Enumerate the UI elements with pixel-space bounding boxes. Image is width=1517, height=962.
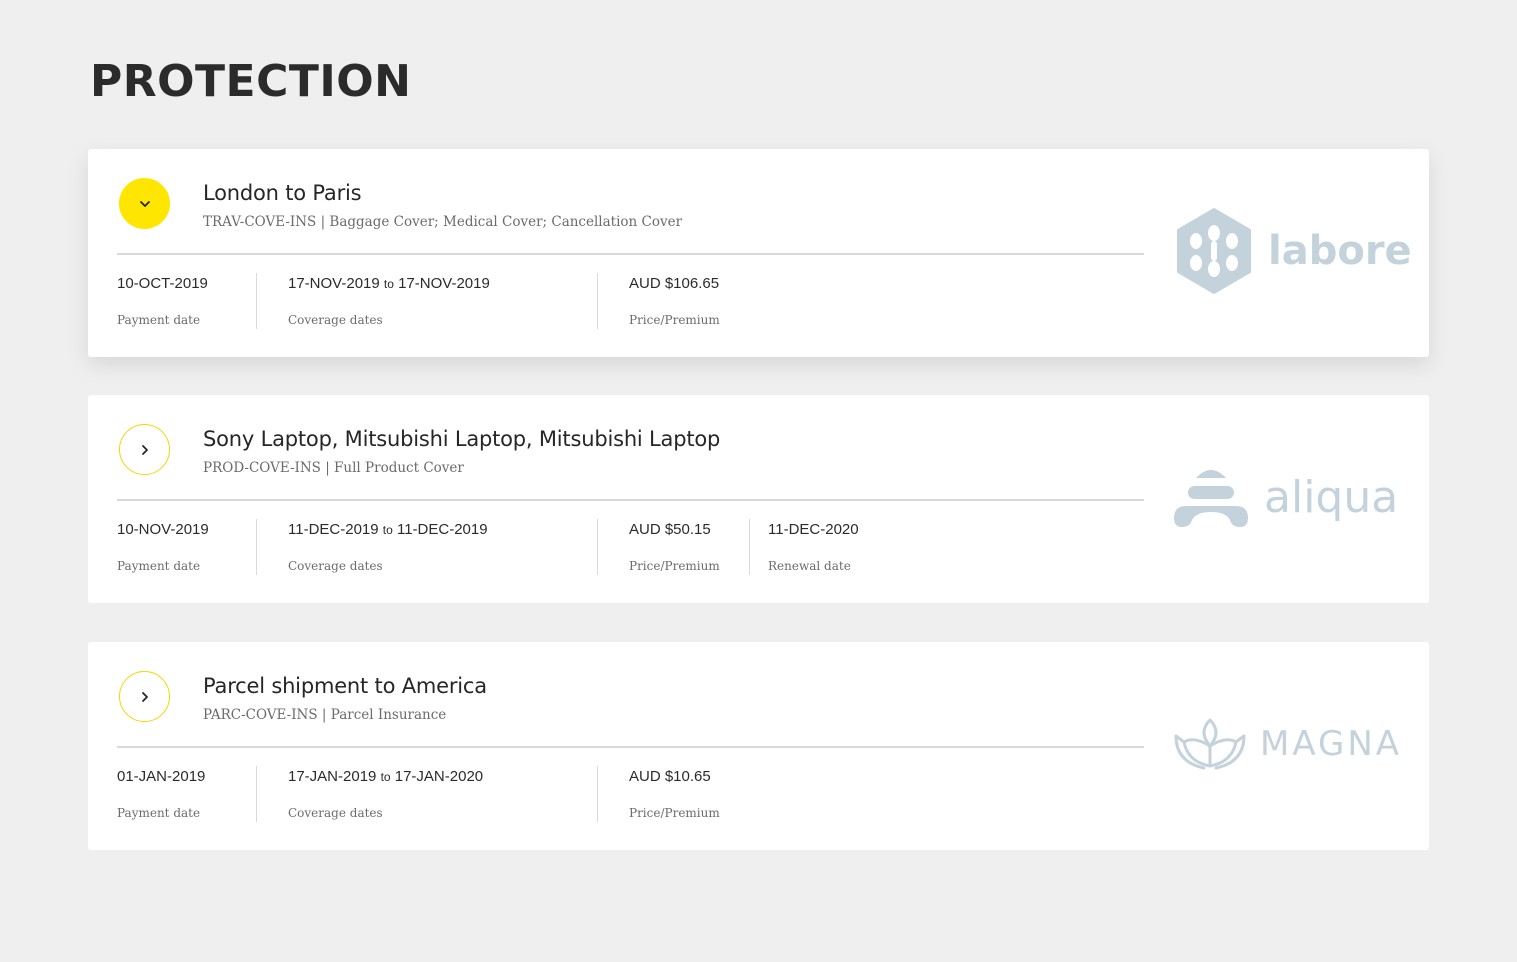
coverage-dates-label: Coverage dates (288, 806, 383, 820)
policy-card-product[interactable]: Sony Laptop, Mitsubishi Laptop, Mitsubis… (88, 395, 1429, 603)
coverage-dates-field: 17-NOV-2019 to 17-NOV-2019 Coverage date… (256, 273, 597, 329)
arch-logo-icon (1174, 470, 1248, 527)
policy-title: Sony Laptop, Mitsubishi Laptop, Mitsubis… (203, 427, 721, 451)
insurer-logo-labore: labore (1174, 201, 1412, 301)
coverage-dates-field: 11-DEC-2019 to 11-DEC-2019 Coverage date… (256, 519, 597, 575)
insurer-logo-magna: MAGNA (1174, 694, 1404, 794)
price-value: AUD $10.65 (629, 768, 711, 785)
policy-details: 10-NOV-2019 Payment date 11-DEC-2019 to … (117, 519, 889, 575)
renewal-date-value: 11-DEC-2020 (768, 521, 859, 538)
price-field: AUD $106.65 Price/Premium (597, 273, 749, 329)
price-label: Price/Premium (629, 806, 720, 820)
price-value: AUD $106.65 (629, 275, 720, 292)
coverage-to: to (383, 277, 394, 291)
coverage-dates-value: 17-NOV-2019 to 17-NOV-2019 (288, 275, 490, 292)
page-title: PROTECTION (90, 56, 412, 107)
policy-subtitle: TRAV-COVE-INS | Baggage Cover; Medical C… (203, 214, 683, 230)
coverage-to: to (380, 770, 391, 784)
divider (117, 253, 1144, 255)
renewal-date-field: 11-DEC-2020 Renewal date (749, 519, 889, 575)
coverage-dates-value: 17-JAN-2019 to 17-JAN-2020 (288, 768, 483, 785)
price-field: AUD $10.65 Price/Premium (597, 766, 749, 822)
chevron-down-icon (139, 200, 150, 207)
payment-date-value: 10-NOV-2019 (117, 521, 209, 538)
logo-text: aliqua (1264, 471, 1399, 523)
price-value: AUD $50.15 (629, 521, 711, 538)
price-label: Price/Premium (629, 313, 720, 327)
divider (117, 499, 1144, 501)
divider (117, 746, 1144, 748)
price-field: AUD $50.15 Price/Premium (597, 519, 749, 575)
coverage-start: 11-DEC-2019 (288, 521, 379, 538)
payment-date-label: Payment date (117, 559, 201, 573)
collapse-toggle-button[interactable] (119, 178, 170, 229)
policy-card-travel[interactable]: London to Paris TRAV-COVE-INS | Baggage … (88, 149, 1429, 357)
payment-date-label: Payment date (117, 806, 201, 820)
logo-text: labore (1268, 228, 1412, 274)
policy-subtitle: PARC-COVE-INS | Parcel Insurance (203, 707, 447, 723)
coverage-dates-field: 17-JAN-2019 to 17-JAN-2020 Coverage date… (256, 766, 597, 822)
coverage-end: 17-NOV-2019 (398, 275, 490, 292)
chevron-right-icon (141, 444, 148, 455)
coverage-dates-label: Coverage dates (288, 559, 383, 573)
insurer-logo-aliqua: aliqua (1174, 447, 1404, 547)
coverage-end: 11-DEC-2019 (396, 521, 488, 538)
price-label: Price/Premium (629, 559, 720, 573)
payment-date-field: 10-NOV-2019 Payment date (117, 519, 256, 575)
chevron-right-icon (141, 691, 148, 702)
coverage-dates-label: Coverage dates (288, 313, 383, 327)
policy-card-parcel[interactable]: Parcel shipment to America PARC-COVE-INS… (88, 642, 1429, 850)
policy-title: Parcel shipment to America (203, 674, 487, 698)
coverage-start: 17-NOV-2019 (288, 275, 380, 292)
renewal-date-label: Renewal date (768, 559, 851, 573)
expand-toggle-button[interactable] (119, 424, 170, 475)
logo-text: MAGNA (1260, 724, 1403, 764)
coverage-to: to (382, 523, 393, 537)
policy-details: 10-OCT-2019 Payment date 17-NOV-2019 to … (117, 273, 749, 329)
payment-date-label: Payment date (117, 313, 201, 327)
coverage-start: 17-JAN-2019 (288, 768, 377, 785)
policy-subtitle: PROD-COVE-INS | Full Product Cover (203, 460, 464, 476)
lotus-logo-icon (1174, 718, 1246, 770)
policy-title: London to Paris (203, 181, 362, 205)
payment-date-value: 10-OCT-2019 (117, 275, 208, 292)
payment-date-value: 01-JAN-2019 (117, 768, 206, 785)
payment-date-field: 10-OCT-2019 Payment date (117, 273, 256, 329)
expand-toggle-button[interactable] (119, 671, 170, 722)
payment-date-field: 01-JAN-2019 Payment date (117, 766, 256, 822)
policy-details: 01-JAN-2019 Payment date 17-JAN-2019 to … (117, 766, 749, 822)
coverage-dates-value: 11-DEC-2019 to 11-DEC-2019 (288, 521, 488, 538)
hexagon-logo-icon (1177, 208, 1251, 294)
coverage-end: 17-JAN-2020 (394, 768, 484, 785)
